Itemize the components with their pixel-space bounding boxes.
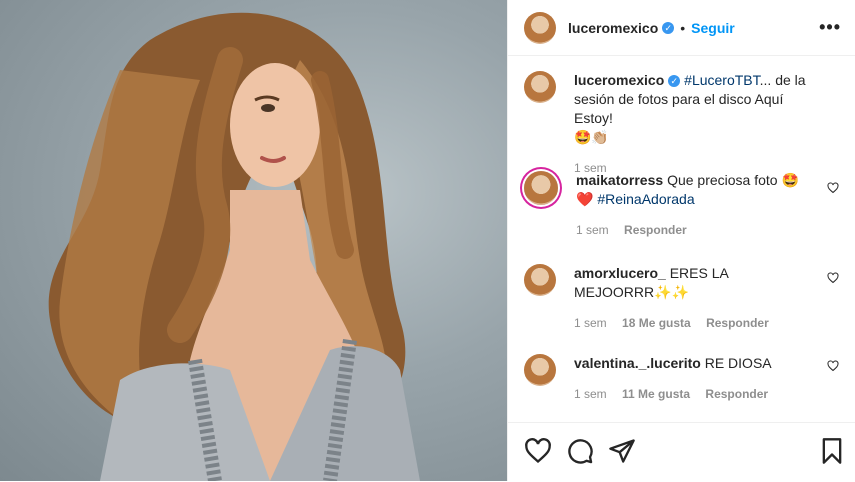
heart-icon[interactable] <box>827 182 839 194</box>
heart-icon[interactable] <box>524 437 552 465</box>
list-item: amorxlucero_ ERES LA MEJOORRR✨✨ 1 sem 18… <box>524 250 839 340</box>
caption-username[interactable]: luceromexico <box>574 72 664 88</box>
post-photo[interactable] <box>0 0 507 481</box>
reply-button[interactable]: Responder <box>706 316 769 330</box>
author-username[interactable]: luceromexico <box>568 20 658 36</box>
comment-emoji: ❤️ <box>576 191 594 207</box>
follow-button[interactable]: Seguir <box>691 20 735 36</box>
list-item: valentina._.lucerito RE DIOSA 1 sem 11 M… <box>524 340 839 420</box>
instagram-post: luceromexico ✓ • Seguir ••• luceromexico… <box>0 0 855 481</box>
verified-badge-icon: ✓ <box>668 75 681 87</box>
post-actions-bar <box>508 422 855 482</box>
heart-icon[interactable] <box>827 360 839 372</box>
post-side-panel: luceromexico ✓ • Seguir ••• luceromexico… <box>507 0 855 481</box>
share-icon[interactable] <box>608 437 636 465</box>
reply-button[interactable]: Responder <box>624 223 687 237</box>
comments-list[interactable]: luceromexico ✓ #LuceroTBT... de la sesión… <box>508 57 855 422</box>
comment-time[interactable]: 1 sem <box>574 316 607 330</box>
comment-meta: 1 sem 11 Me gusta Responder <box>574 385 819 404</box>
save-icon[interactable] <box>820 437 844 465</box>
comment-meta: 1 sem Responder <box>576 221 821 240</box>
comment-text: RE DIOSA <box>704 355 772 371</box>
comment-icon[interactable] <box>566 437 594 465</box>
heart-icon[interactable] <box>827 272 839 284</box>
comment-likes[interactable]: 11 Me gusta <box>622 387 690 401</box>
comment-username[interactable]: maikatorress <box>576 172 663 188</box>
portrait-illustration <box>48 12 420 481</box>
reply-button[interactable]: Responder <box>705 387 768 401</box>
commenter-avatar[interactable] <box>524 171 558 205</box>
comment-time[interactable]: 1 sem <box>574 387 607 401</box>
more-options-icon[interactable]: ••• <box>819 17 841 38</box>
commenter-avatar[interactable] <box>524 264 556 296</box>
caption-hashtag[interactable]: #LuceroTBT <box>684 72 759 88</box>
comment-username[interactable]: valentina._.lucerito <box>574 355 701 371</box>
author-avatar[interactable] <box>524 11 556 44</box>
caption: luceromexico ✓ #LuceroTBT... de la sesión… <box>524 57 839 175</box>
comment-text: Que preciosa foto 🤩 <box>667 172 799 188</box>
comment-likes[interactable]: 18 Me gusta <box>622 316 691 330</box>
author-avatar-small[interactable] <box>524 71 556 103</box>
comment-meta: 1 sem 18 Me gusta Responder <box>574 314 819 333</box>
comment-time[interactable]: 1 sem <box>576 223 609 237</box>
header-separator: • <box>680 19 686 36</box>
commenter-avatar[interactable] <box>524 354 556 386</box>
caption-emoji: 🤩👏🏼 <box>574 129 609 145</box>
post-header: luceromexico ✓ • Seguir ••• <box>508 0 855 56</box>
list-item: maikatorress Que preciosa foto 🤩 ❤️ #Rei… <box>524 157 839 250</box>
comment-hashtag[interactable]: #ReinaAdorada <box>597 191 694 207</box>
comment-username[interactable]: amorxlucero_ <box>574 265 666 281</box>
verified-badge-icon: ✓ <box>662 21 675 34</box>
